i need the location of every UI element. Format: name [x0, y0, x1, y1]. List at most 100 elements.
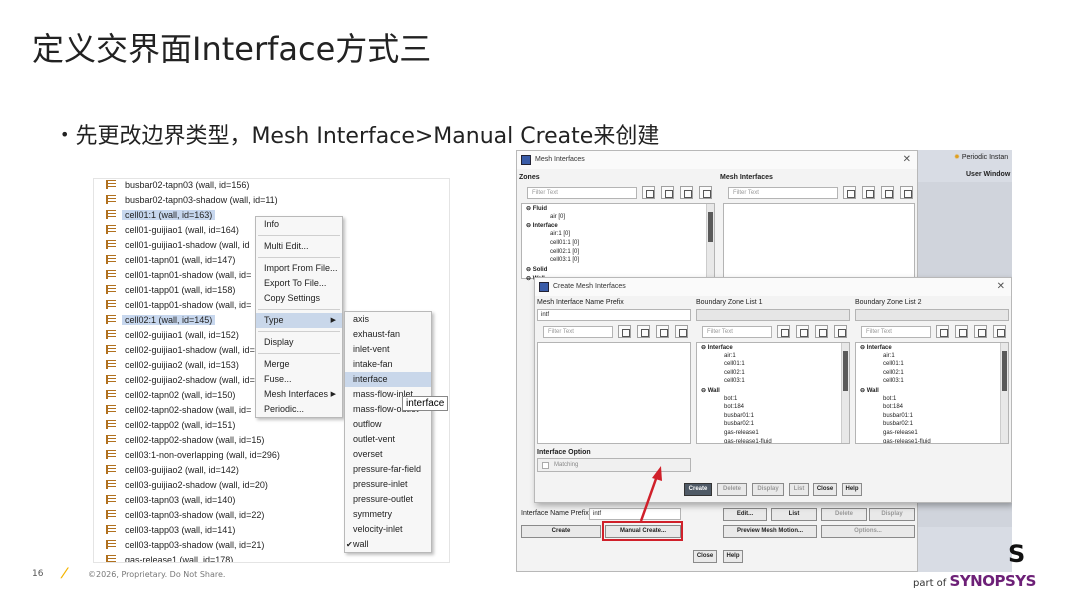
type-option-label: outlet-vent	[353, 434, 396, 444]
annotation-arrow	[639, 466, 662, 522]
wall-boundary-icon	[106, 510, 116, 519]
tree-row[interactable]: cell02-tapn02-shadow (wall, id=	[94, 405, 254, 420]
wall-boundary-icon	[106, 240, 116, 249]
type-option-velocity-inlet[interactable]: velocity-inlet	[345, 522, 431, 537]
tree-row[interactable]: cell03:1-non-overlapping (wall, id=296)	[94, 450, 283, 465]
menu-item-multi-edit[interactable]: Multi Edit...	[256, 239, 342, 254]
type-option-label: pressure-inlet	[353, 479, 408, 489]
type-option-label: pressure-outlet	[353, 494, 414, 504]
wall-boundary-icon	[106, 405, 116, 414]
menu-separator	[258, 309, 340, 310]
wall-boundary-icon	[106, 555, 116, 562]
tree-row[interactable]: cell01-tapp01 (wall, id=158)	[94, 285, 238, 300]
logo-brand: SYNOPSYS	[949, 572, 1037, 590]
submenu-arrow-icon: ▶	[330, 391, 336, 398]
menu-item-info[interactable]: Info	[256, 217, 342, 232]
tree-row[interactable]: cell02-guijiao1-shadow (wall, id=	[94, 345, 258, 360]
menu-item-fuse[interactable]: Fuse...	[256, 372, 342, 387]
type-option-label: velocity-inlet	[353, 524, 403, 534]
type-option-outlet-vent[interactable]: outlet-vent	[345, 432, 431, 447]
menu-separator	[258, 331, 340, 332]
copyright: ©2026, Proprietary. Do Not Share.	[88, 570, 226, 579]
tree-row-label: cell03-tapn03 (wall, id=140)	[125, 495, 236, 505]
tree-row-label: cell02-guijiao1 (wall, id=152)	[125, 330, 239, 340]
wall-boundary-icon	[106, 480, 116, 489]
slide: 定义交界面Interface方式三 • 先更改边界类型，Mesh Interfac…	[0, 0, 1080, 608]
wall-boundary-icon	[106, 360, 116, 369]
tree-row[interactable]: cell02-guijiao2-shadow (wall, id=	[94, 375, 258, 390]
wall-boundary-icon	[106, 300, 116, 309]
tree-row-label: cell03-tapp03 (wall, id=141)	[125, 525, 236, 535]
menu-item-merge[interactable]: Merge	[256, 357, 342, 372]
type-option-pressure-far-field[interactable]: pressure-far-field	[345, 462, 431, 477]
type-option-interface[interactable]: interface	[345, 372, 431, 387]
type-option-label: wall	[353, 539, 369, 549]
tree-row[interactable]: cell02-guijiao1 (wall, id=152)	[94, 330, 242, 345]
type-option-label: outflow	[353, 419, 382, 429]
type-option-label: intake-fan	[353, 359, 393, 369]
type-option-pressure-inlet[interactable]: pressure-inlet	[345, 477, 431, 492]
wall-boundary-icon	[106, 375, 116, 384]
tree-row-label: cell03-guijiao2-shadow (wall, id=20)	[125, 480, 268, 490]
tree-row[interactable]: cell01:1 (wall, id=163)	[94, 210, 216, 225]
tree-row[interactable]: cell02:1 (wall, id=145)	[94, 315, 216, 330]
mesh-interfaces-screenshot: ✹ Periodic Instan User Window Mesh Inter…	[516, 150, 1012, 572]
tree-row[interactable]: cell01-tapp01-shadow (wall, id=	[94, 300, 254, 315]
tree-row[interactable]: busbar02-tapn03 (wall, id=156)	[94, 180, 252, 195]
tree-row[interactable]: busbar02-tapn03-shadow (wall, id=11)	[94, 195, 281, 210]
wall-boundary-icon	[106, 255, 116, 264]
tree-row[interactable]: gas-release1 (wall, id=178)	[94, 555, 236, 562]
menu-item-copy-settings[interactable]: Copy Settings	[256, 291, 342, 306]
menu-item-export[interactable]: Export To File...	[256, 276, 342, 291]
wall-boundary-icon	[106, 210, 116, 219]
tree-row-label: cell02-tapp02 (wall, id=151)	[125, 420, 236, 430]
menu-item-periodic[interactable]: Periodic...	[256, 402, 342, 417]
tree-row[interactable]: cell03-tapn03 (wall, id=140)	[94, 495, 238, 510]
tree-row[interactable]: cell03-tapp03-shadow (wall, id=21)	[94, 540, 267, 555]
bullet-dot-icon: •	[60, 125, 70, 144]
tree-row[interactable]: cell03-guijiao2 (wall, id=142)	[94, 465, 242, 480]
tree-row-label: cell02-guijiao2 (wall, id=153)	[125, 360, 239, 370]
logo-partof: part of	[913, 578, 947, 589]
menu-item-type-label: Type	[264, 315, 284, 325]
type-option-axis[interactable]: axis	[345, 312, 431, 327]
tree-row[interactable]: cell02-tapp02 (wall, id=151)	[94, 420, 238, 435]
type-option-wall[interactable]: ✔ wall	[345, 537, 431, 552]
tree-row[interactable]: cell01-guijiao1-shadow (wall, id	[94, 240, 253, 255]
tree-row-label: cell03:1-non-overlapping (wall, id=296)	[125, 450, 280, 460]
tree-row[interactable]: cell01-guijiao1 (wall, id=164)	[94, 225, 242, 240]
type-option-exhaust-fan[interactable]: exhaust-fan	[345, 327, 431, 342]
type-option-pressure-outlet[interactable]: pressure-outlet	[345, 492, 431, 507]
type-option-label: symmetry	[353, 509, 392, 519]
tree-row-label: cell03-tapp03-shadow (wall, id=21)	[125, 540, 265, 550]
wall-boundary-icon	[106, 195, 116, 204]
menu-item-display[interactable]: Display	[256, 335, 342, 350]
wall-boundary-icon	[106, 180, 116, 189]
tree-row[interactable]: cell03-guijiao2-shadow (wall, id=20)	[94, 480, 271, 495]
type-option-label: axis	[353, 314, 370, 324]
tree-row[interactable]: cell03-tapn03-shadow (wall, id=22)	[94, 510, 267, 525]
tree-row[interactable]: cell02-guijiao2 (wall, id=153)	[94, 360, 242, 375]
tree-row-label: cell02-tapp02-shadow (wall, id=15)	[125, 435, 265, 445]
tree-row[interactable]: cell02-tapp02-shadow (wall, id=15)	[94, 435, 267, 450]
tree-row[interactable]: cell02-tapn02 (wall, id=150)	[94, 390, 238, 405]
type-option-symmetry[interactable]: symmetry	[345, 507, 431, 522]
slide-title: 定义交界面Interface方式三	[32, 30, 432, 68]
tree-row[interactable]: cell01-tapn01-shadow (wall, id=	[94, 270, 254, 285]
tree-row-label: cell02-guijiao2-shadow (wall, id=	[125, 375, 255, 385]
menu-item-import[interactable]: Import From File...	[256, 261, 342, 276]
type-option-outflow[interactable]: outflow	[345, 417, 431, 432]
type-option-intake-fan[interactable]: intake-fan	[345, 357, 431, 372]
wall-boundary-icon	[106, 330, 116, 339]
type-option-overset[interactable]: overset	[345, 447, 431, 462]
tree-row-label: cell01-guijiao1-shadow (wall, id	[125, 240, 250, 250]
type-option-inlet-vent[interactable]: inlet-vent	[345, 342, 431, 357]
tree-row[interactable]: cell01-tapn01 (wall, id=147)	[94, 255, 238, 270]
tree-row-label: cell02-guijiao1-shadow (wall, id=	[125, 345, 255, 355]
tree-row-label: cell01:1 (wall, id=163)	[122, 210, 216, 220]
arrow-line	[639, 475, 659, 522]
menu-item-type[interactable]: Type ▶	[256, 313, 342, 328]
wall-boundary-icon	[106, 285, 116, 294]
menu-item-mesh-interfaces[interactable]: Mesh Interfaces ▶	[256, 387, 342, 402]
tree-row[interactable]: cell03-tapp03 (wall, id=141)	[94, 525, 238, 540]
